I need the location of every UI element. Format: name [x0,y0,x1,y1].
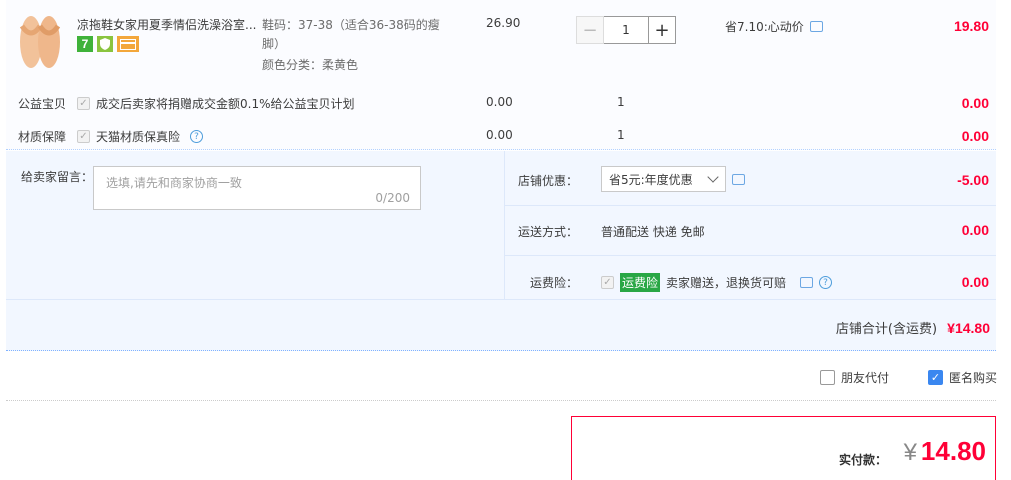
insurance-desc: 卖家赠送，退换货可赔 [666,276,787,290]
chevron-down-icon [707,171,719,183]
unit-price: 26.90 [486,16,521,30]
insurance-amount: 0.00 [961,274,989,290]
material-total: 0.00 [961,128,989,144]
quantity-input[interactable]: 1 [604,16,648,44]
friend-pay-checkbox[interactable] [820,370,835,385]
message-label: 给卖家留言： [21,170,94,184]
message-placeholder: 选填,请先和商家协商一致 [106,176,242,190]
charity-checkbox: ✓ [77,97,90,110]
message-char-count: 0/200 [375,191,410,205]
coupon-label: 店铺优惠： [517,174,578,188]
service-badges: 7 [77,36,139,52]
coupon-amount: -5.00 [957,172,989,188]
charity-qty: 1 [617,95,625,109]
payment-summary: 实付款： ¥ 14.80 [571,416,996,480]
spec-color: 颜色分类：柔黄色 [262,58,359,72]
anonymous-checkbox[interactable]: ✓ [928,370,943,385]
shipping-label: 运送方式： [517,225,578,239]
divider [505,205,996,206]
decrease-button[interactable]: − [576,16,604,44]
seller-message-input[interactable]: 选填,请先和商家协商一致 0/200 [93,166,421,210]
message-icon[interactable] [800,277,814,288]
seven-day-return-icon: 7 [77,36,93,52]
product-thumbnail[interactable] [14,12,66,70]
anonymous-option[interactable]: ✓ 匿名购买 [928,369,997,386]
coupon-value: 省5元:年度优惠 [609,172,693,187]
help-icon[interactable]: ? [819,276,833,289]
insurance-info: ✓ 运费险 卖家赠送，退换货可赔 ? [601,273,833,292]
item-subtotal: 19.80 [953,18,989,34]
help-icon[interactable]: ? [190,130,204,143]
charity-total: 0.00 [961,95,989,111]
divider [6,400,996,401]
spec-size-cont: 脚） [262,37,287,51]
material-checkbox: ✓ [77,130,90,143]
charity-label: 公益宝贝 [18,97,67,111]
material-desc: ✓ 天猫材质保真险 ? [77,128,204,145]
spec-size: 鞋码：37-38（适合36-38码的瘦 [262,18,440,32]
friend-pay-option[interactable]: 朋友代付 [820,369,889,386]
payment-amount: 14.80 [920,436,986,466]
charity-price: 0.00 [486,95,513,109]
promo-text: 省7.10:心动价 [725,20,804,34]
shop-total: 店铺合计(含运费) ¥14.80 [600,318,990,337]
divider [6,299,996,300]
shop-total-value: ¥14.80 [947,320,990,336]
shield-icon [97,36,113,52]
product-title[interactable]: 凉拖鞋女家用夏季情侣洗澡浴室... [77,16,256,33]
credit-card-icon [117,36,139,52]
material-qty: 1 [617,128,625,142]
shop-total-label: 店铺合计(含运费) [835,322,938,337]
payment-label: 实付款： [838,453,887,467]
material-price: 0.00 [486,128,513,142]
divider [504,151,505,299]
increase-button[interactable]: + [648,16,676,44]
quantity-stepper: − 1 + [576,16,676,44]
anonymous-label: 匿名购买 [949,371,998,385]
shipping-value: 普通配送 快递 免邮 [601,225,705,239]
insurance-label: 运费险： [529,276,578,290]
charity-text: 成交后卖家将捐赠成交金额0.1%给公益宝贝计划 [96,97,355,111]
message-icon[interactable] [809,21,823,32]
coupon-select[interactable]: 省5元:年度优惠 [601,166,726,192]
currency-symbol: ¥ [903,439,917,466]
shipping-amount: 0.00 [961,222,989,238]
charity-desc: ✓ 成交后卖家将捐赠成交金额0.1%给公益宝贝计划 [77,95,355,112]
promo-info: 省7.10:心动价 [725,18,823,35]
insurance-checkbox: ✓ [601,276,614,289]
friend-pay-label: 朋友代付 [841,371,890,385]
material-text: 天猫材质保真险 [96,130,181,144]
material-label: 材质保障 [18,130,67,144]
insurance-tag: 运费险 [620,273,661,292]
message-icon[interactable] [732,174,745,185]
divider [505,255,996,256]
